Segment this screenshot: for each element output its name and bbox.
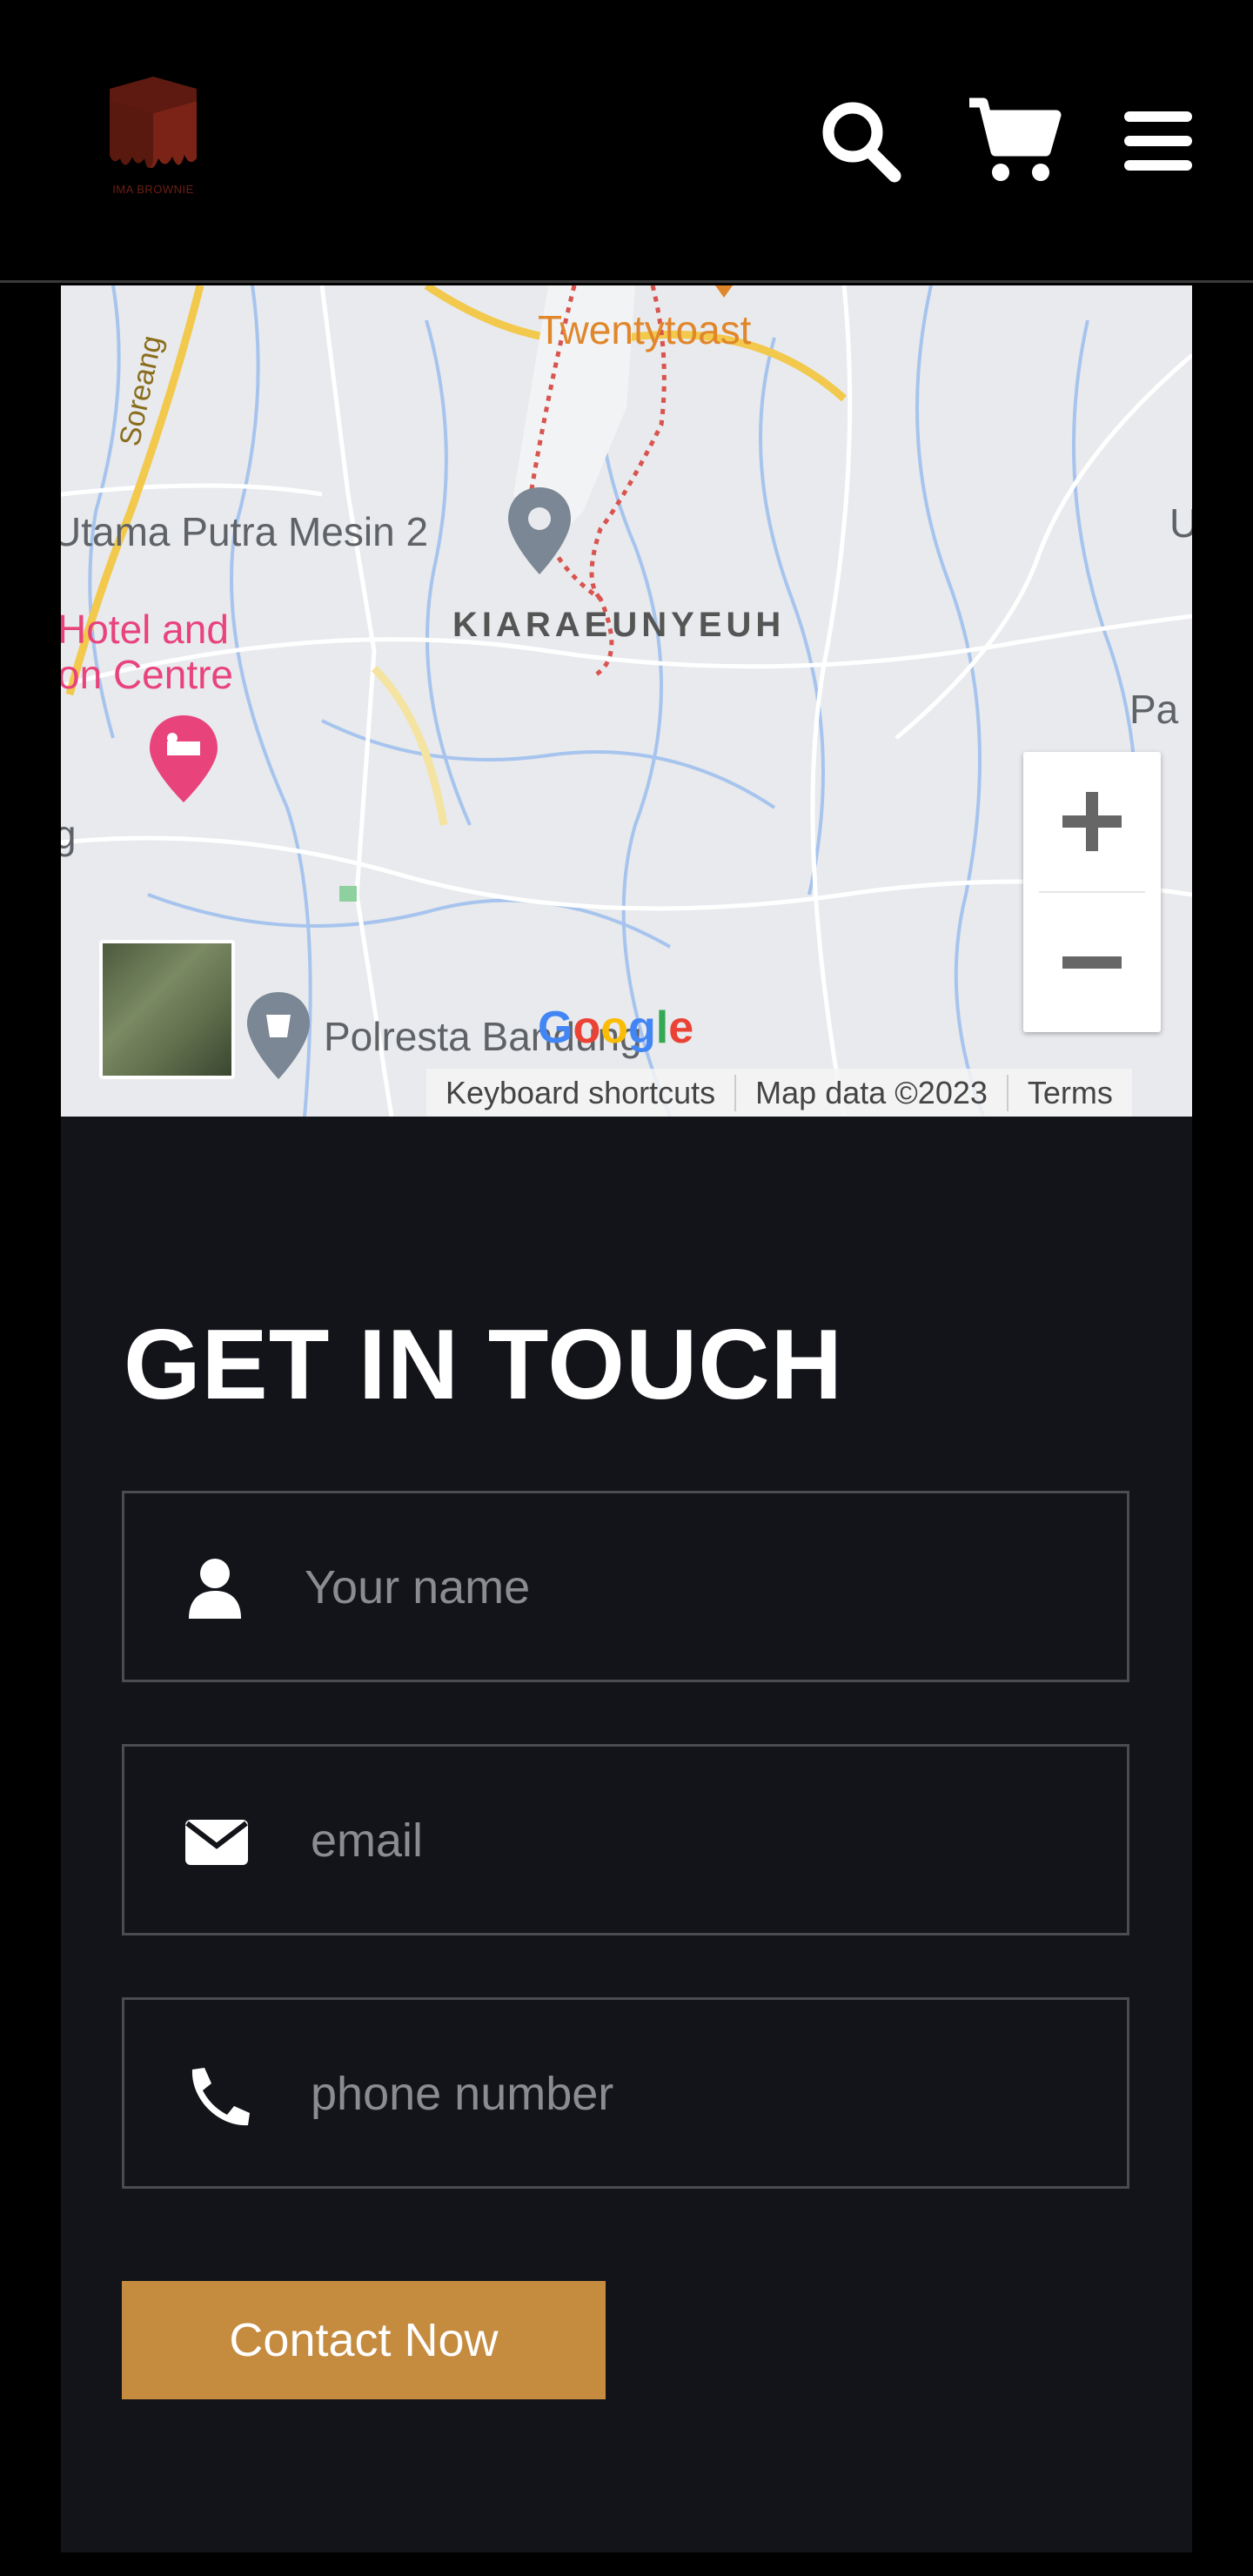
phone-field: [122, 1997, 1129, 2189]
brand-logo[interactable]: IMA BROWNIE: [97, 71, 209, 202]
zoom-in-button[interactable]: [1023, 752, 1161, 891]
envelope-icon: [185, 1820, 248, 1865]
name-field: [122, 1491, 1129, 1682]
email-field: [122, 1744, 1129, 1935]
map-attribution: Keyboard shortcuts Map data ©2023 Terms: [426, 1069, 1132, 1117]
police-pin-icon[interactable]: [244, 989, 313, 1084]
brownie-logo-icon: [110, 77, 197, 169]
location-pin-icon[interactable]: [505, 484, 574, 580]
email-input[interactable]: [309, 1747, 1096, 1935]
menu-button[interactable]: [1122, 96, 1194, 186]
user-icon: [189, 1559, 241, 1619]
phone-input[interactable]: [309, 2000, 1096, 2188]
menu-icon: [1124, 111, 1192, 171]
contact-now-button[interactable]: Contact Now: [122, 2281, 606, 2399]
map-data-text: Map data ©2023: [736, 1074, 1008, 1111]
map-label-twentytoast: Twentytoast: [538, 307, 752, 352]
svg-text:Google: Google: [538, 1003, 694, 1053]
zoom-out-button[interactable]: [1023, 893, 1161, 1032]
map-label-hotel-line1: Hotel and: [61, 607, 229, 652]
hotel-pin-icon[interactable]: [146, 712, 221, 808]
search-icon: [822, 102, 901, 183]
site-header: IMA BROWNIE: [0, 0, 1253, 283]
satellite-toggle-button[interactable]: [99, 940, 235, 1079]
contact-section: GET IN TOUCH Contact Now: [61, 1117, 1192, 2553]
map-label-hotel-line2: on Centre: [61, 652, 234, 697]
map-label-kiaraeunyeuh: KIARAEUNYEUH: [452, 606, 786, 644]
keyboard-shortcuts-link[interactable]: Keyboard shortcuts: [426, 1074, 737, 1111]
cart-button[interactable]: [966, 96, 1062, 186]
name-input[interactable]: [303, 1493, 1089, 1681]
embedded-map[interactable]: Twentytoast Soreang Utama Putra Mesin 2 …: [61, 285, 1192, 1117]
section-title: GET IN TOUCH: [124, 1310, 843, 1420]
search-button[interactable]: [818, 96, 905, 186]
map-label-edge-right-2: Pa: [1129, 687, 1179, 732]
map-label-edge-left: g: [61, 812, 77, 857]
logo-text: IMA BROWNIE: [112, 183, 194, 196]
plus-icon: [1062, 792, 1122, 851]
map-label-utama: Utama Putra Mesin 2: [61, 509, 429, 554]
terms-link[interactable]: Terms: [1008, 1075, 1132, 1111]
google-logo: Google: [538, 1003, 694, 1053]
zoom-controls: [1023, 752, 1161, 1032]
minus-icon: [1062, 956, 1122, 969]
cart-icon: [969, 97, 1062, 181]
phone-icon: [191, 2068, 250, 2126]
map-label-edge-right-1: U: [1169, 500, 1192, 546]
